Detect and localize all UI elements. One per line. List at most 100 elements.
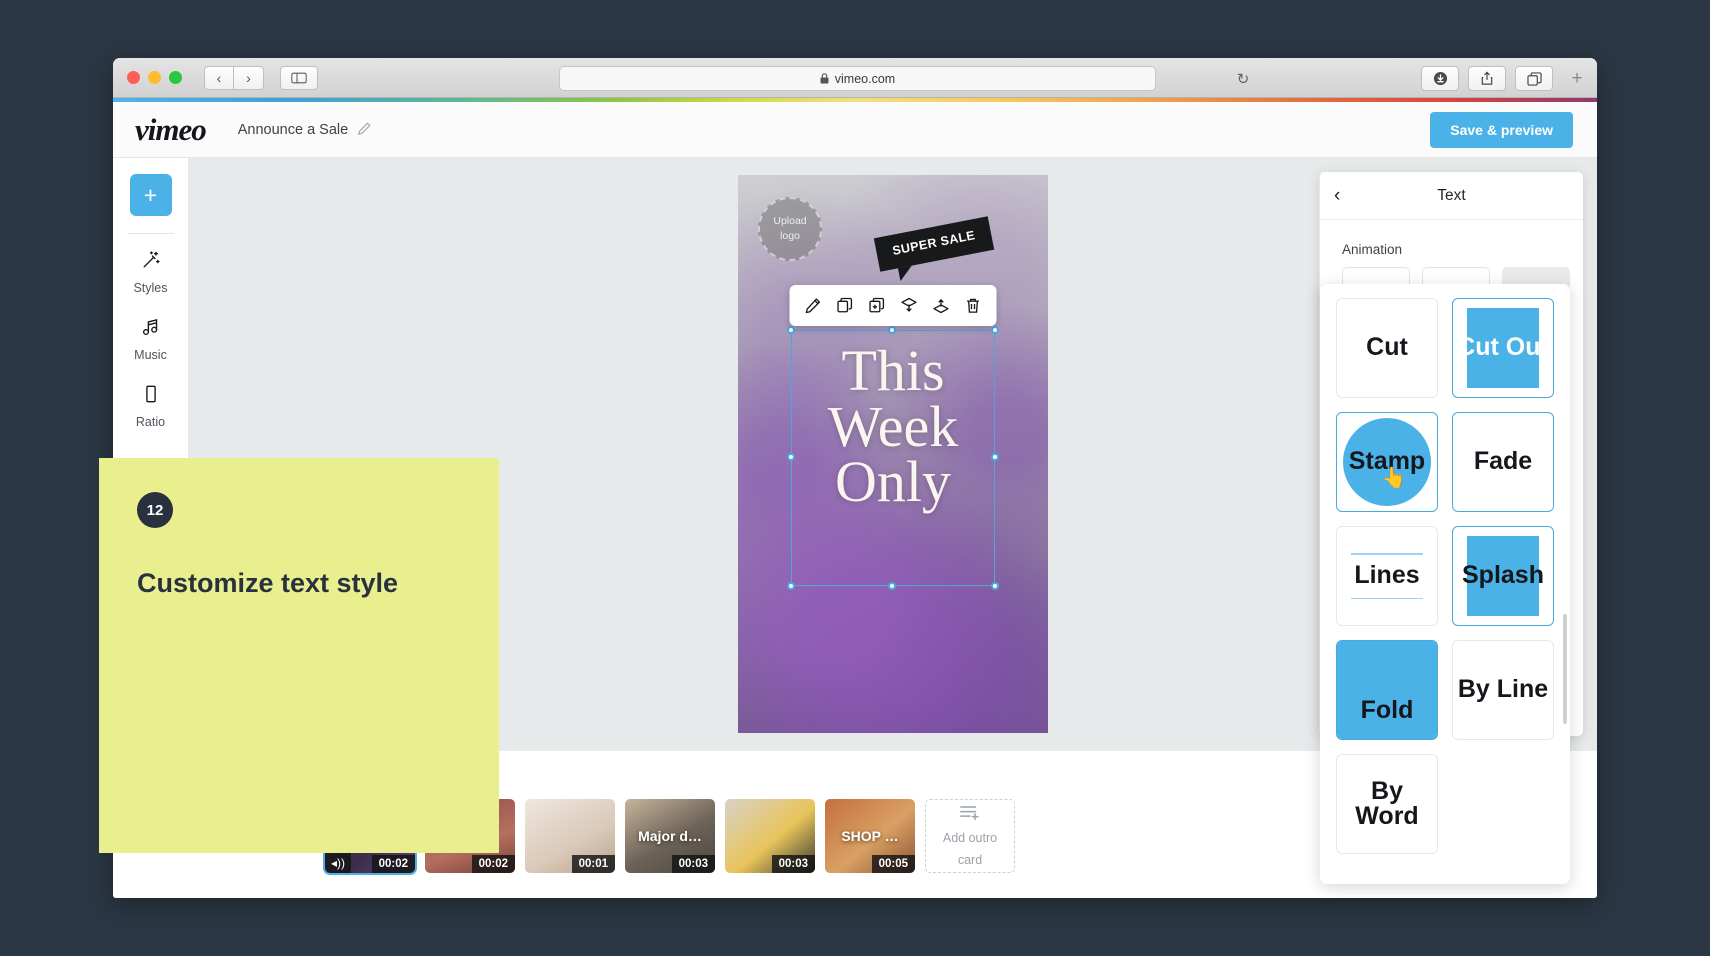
url-text: vimeo.com xyxy=(835,72,895,86)
sidebar-label-music: Music xyxy=(134,348,167,362)
trash-icon[interactable] xyxy=(960,292,987,319)
share-icon[interactable] xyxy=(1468,66,1506,91)
send-backward-icon[interactable] xyxy=(896,292,923,319)
magic-wand-icon xyxy=(141,250,161,274)
animation-option-label: Stamp xyxy=(1349,449,1425,475)
panel-title: Text xyxy=(1320,187,1583,205)
sidebar-item-styles[interactable]: Styles xyxy=(115,238,187,305)
vimeo-logo[interactable]: vimeo xyxy=(135,112,206,148)
panel-back-button[interactable]: ‹ xyxy=(1334,186,1340,205)
clip-duration: 00:01 xyxy=(572,855,615,873)
clip-duration: 00:05 xyxy=(872,855,915,873)
animation-option-by-line[interactable]: By Line xyxy=(1452,640,1554,740)
tutorial-callout-card: 12 Customize text style xyxy=(99,458,499,853)
resize-handle-bottom-left[interactable] xyxy=(787,582,795,590)
sidebar-label-styles: Styles xyxy=(133,281,167,295)
sidebar-divider xyxy=(128,233,174,234)
animation-option-label: Cut Out xyxy=(1457,335,1549,361)
callout-step-badge: 12 xyxy=(137,492,173,528)
resize-handle-bottom-center[interactable] xyxy=(888,582,896,590)
timeline-clip[interactable]: SHOP … 00:05 xyxy=(825,799,915,873)
save-preview-button[interactable]: Save & preview xyxy=(1430,112,1573,148)
element-toolbar xyxy=(790,285,997,326)
add-outro-card-button[interactable]: Add outro card xyxy=(925,799,1015,873)
sidebar-toggle-icon[interactable] xyxy=(280,66,318,90)
sale-badge[interactable]: SUPER SALE xyxy=(874,216,994,271)
animation-option-by-word[interactable]: By Word xyxy=(1336,754,1438,854)
maximize-window-button[interactable] xyxy=(169,71,182,84)
project-title-group: Announce a Sale xyxy=(238,121,372,139)
callout-heading: Customize text style xyxy=(137,568,461,599)
resize-handle-top-right[interactable] xyxy=(991,326,999,334)
animation-option-label: Lines xyxy=(1354,563,1419,589)
timeline-clip[interactable]: Major d… 00:03 xyxy=(625,799,715,873)
edit-pencil-icon[interactable] xyxy=(357,121,372,139)
clip-duration: 00:03 xyxy=(672,855,715,873)
upload-logo-line2: logo xyxy=(780,230,800,243)
animation-option-stamp[interactable]: Stamp 👆 xyxy=(1336,412,1438,512)
forward-button[interactable]: › xyxy=(234,66,264,90)
timeline-clip[interactable]: 00:01 xyxy=(525,799,615,873)
bring-forward-icon[interactable] xyxy=(928,292,955,319)
toolbar-right-buttons xyxy=(1421,66,1553,91)
upload-logo-line1: Upload xyxy=(773,215,806,228)
lock-icon xyxy=(820,73,829,84)
sidebar-item-ratio[interactable]: Ratio xyxy=(115,372,187,439)
aspect-ratio-icon xyxy=(141,384,161,408)
browser-titlebar: ‹ › vimeo.com ↻ xyxy=(113,58,1597,98)
edit-text-icon[interactable] xyxy=(800,292,827,319)
reload-button[interactable]: ↻ xyxy=(1230,66,1256,91)
animation-option-fade[interactable]: Fade xyxy=(1452,412,1554,512)
animation-option-label: By Line xyxy=(1458,677,1548,703)
nav-buttons: ‹ › xyxy=(204,66,264,90)
add-outro-label-line1: Add outro xyxy=(943,831,997,847)
tabs-icon[interactable] xyxy=(1515,66,1553,91)
resize-handle-bottom-right[interactable] xyxy=(991,582,999,590)
panel-header: ‹ Text xyxy=(1320,172,1583,220)
animation-option-label: By Word xyxy=(1337,779,1437,830)
option-rule-bottom xyxy=(1351,598,1423,600)
sidebar-label-ratio: Ratio xyxy=(136,415,165,429)
sidebar-item-music[interactable]: Music xyxy=(115,305,187,372)
add-layer-icon[interactable] xyxy=(864,292,891,319)
download-icon[interactable] xyxy=(1421,66,1459,91)
option-fill-square xyxy=(1337,641,1437,739)
animation-option-label: Fold xyxy=(1361,698,1414,724)
new-tab-button[interactable]: + xyxy=(1563,66,1591,91)
close-window-button[interactable] xyxy=(127,71,140,84)
add-outro-label-line2: card xyxy=(958,853,982,869)
resize-handle-top-left[interactable] xyxy=(787,326,795,334)
animation-option-label: Splash xyxy=(1462,563,1544,589)
clip-duration: 00:02 xyxy=(372,855,415,873)
clip-caption: Major d… xyxy=(625,828,715,844)
window-controls xyxy=(127,71,182,84)
animation-option-fold[interactable]: Fold xyxy=(1336,640,1438,740)
clip-duration: 00:03 xyxy=(772,855,815,873)
dropdown-scrollbar[interactable] xyxy=(1563,614,1567,724)
clip-duration: 00:02 xyxy=(472,855,515,873)
url-bar[interactable]: vimeo.com xyxy=(559,66,1156,91)
animation-option-label: Fade xyxy=(1474,449,1532,475)
duplicate-icon[interactable] xyxy=(832,292,859,319)
resize-handle-top-center[interactable] xyxy=(888,326,896,334)
animation-option-splash[interactable]: Splash xyxy=(1452,526,1554,626)
timeline-clip[interactable]: 00:03 xyxy=(725,799,815,873)
video-preview-frame[interactable]: Upload logo SUPER SALE This Week Only xyxy=(738,175,1048,733)
add-outro-icon xyxy=(959,804,981,826)
text-selection-box[interactable] xyxy=(791,330,995,586)
option-rule-top xyxy=(1351,553,1423,555)
resize-handle-middle-left[interactable] xyxy=(787,453,795,461)
animation-option-cut-out[interactable]: Cut Out xyxy=(1452,298,1554,398)
upload-logo-placeholder[interactable]: Upload logo xyxy=(758,197,822,261)
animation-option-cut[interactable]: Cut xyxy=(1336,298,1438,398)
music-note-icon xyxy=(141,317,161,341)
project-title: Announce a Sale xyxy=(238,122,348,138)
app-header: vimeo Announce a Sale Save & preview xyxy=(113,102,1597,158)
minimize-window-button[interactable] xyxy=(148,71,161,84)
animation-option-lines[interactable]: Lines xyxy=(1336,526,1438,626)
animation-options-dropdown[interactable]: Cut Cut Out Stamp 👆 Fade Lines Splash Fo… xyxy=(1320,284,1570,884)
resize-handle-middle-right[interactable] xyxy=(991,453,999,461)
clip-audio-icon[interactable]: ◂)) xyxy=(325,853,351,873)
back-button[interactable]: ‹ xyxy=(204,66,234,90)
add-element-button[interactable]: + xyxy=(130,174,172,216)
